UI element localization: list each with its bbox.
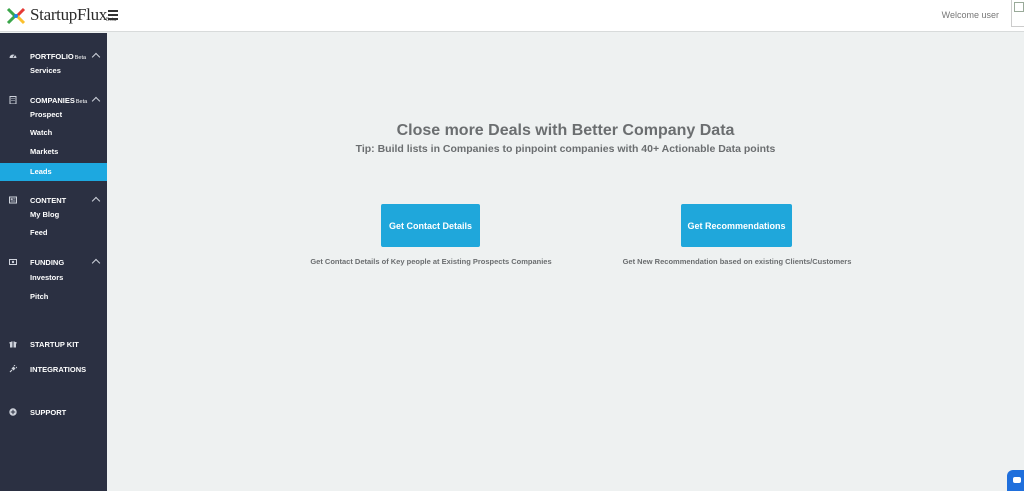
beta-badge: Beta [75, 98, 88, 105]
user-avatar[interactable] [1011, 0, 1024, 27]
sidebar-item-services[interactable]: Services [0, 63, 107, 79]
sidebar-item-watch[interactable]: Watch [0, 125, 107, 141]
sidebar-section-label: PORTFOLIO [30, 51, 74, 61]
newspaper-icon [9, 196, 17, 204]
page-tip: Tip: Build lists in Companies to pinpoin… [355, 143, 776, 155]
beta-badge: Beta [74, 54, 87, 61]
sidebar-section-label: CONTENT [30, 195, 67, 205]
sidebar-section-label: COMPANIES [30, 95, 75, 105]
page-headline: Close more Deals with Better Company Dat… [396, 122, 735, 139]
brand-name: StartupFlux [30, 5, 107, 24]
sidebar-item-pitch[interactable]: Pitch [0, 289, 107, 305]
sidebar-link-integrations[interactable]: INTEGRATIONS [0, 362, 107, 376]
chevron-up-icon[interactable] [91, 196, 101, 206]
menu-toggle-icon[interactable] [108, 10, 118, 20]
sidebar-item-investors[interactable]: Investors [0, 270, 107, 286]
chevron-up-icon[interactable] [91, 96, 101, 106]
sidebar-link-label: SUPPORT [30, 407, 67, 417]
sidebar-link-label: STARTUP KIT [30, 339, 79, 349]
plug-icon [9, 365, 17, 373]
sidebar-link-startup-kit[interactable]: STARTUP KIT [0, 337, 107, 351]
sidebar-section-companies[interactable]: COMPANIESBeta [0, 93, 107, 107]
sidebar-item-my-blog[interactable]: My Blog [0, 207, 107, 223]
brand-logo[interactable]: StartupFlux [6, 5, 107, 27]
sidebar-link-support[interactable]: SUPPORT [0, 405, 107, 419]
sidebar-item-leads[interactable]: Leads [0, 163, 107, 181]
welcome-text: Welcome user [941, 10, 999, 20]
sidebar-item-markets[interactable]: Markets [0, 144, 107, 160]
get-recommendations-button[interactable]: Get Recommendations [681, 204, 792, 247]
recommendations-description: Get New Recommendation based on existing… [622, 257, 852, 266]
building-icon [9, 96, 17, 104]
contact-details-description: Get Contact Details of Key people at Exi… [310, 257, 552, 266]
startupflux-logo-icon [6, 7, 26, 25]
sidebar-section-label: FUNDING [30, 257, 65, 267]
main-content: Close more Deals with Better Company Dat… [107, 33, 1024, 491]
plus-circle-icon [9, 408, 17, 416]
get-contact-details-button[interactable]: Get Contact Details [381, 204, 480, 247]
money-icon [9, 259, 17, 265]
gift-icon [9, 340, 17, 348]
sidebar-section-content[interactable]: CONTENT [0, 193, 107, 207]
sidebar: PORTFOLIOBeta Services COMPANIESBeta Pro… [0, 33, 107, 491]
sidebar-section-funding[interactable]: FUNDING [0, 255, 107, 269]
chat-widget-icon[interactable] [1007, 470, 1024, 491]
chevron-up-icon[interactable] [91, 258, 101, 268]
sidebar-section-portfolio[interactable]: PORTFOLIOBeta [0, 49, 107, 63]
sidebar-link-label: INTEGRATIONS [30, 364, 87, 374]
chevron-up-icon[interactable] [91, 52, 101, 62]
sidebar-item-feed[interactable]: Feed [0, 225, 107, 241]
top-bar: StartupFlux Beta Welcome user [0, 0, 1024, 32]
sidebar-item-prospect[interactable]: Prospect [0, 107, 107, 123]
dashboard-icon [9, 54, 17, 58]
